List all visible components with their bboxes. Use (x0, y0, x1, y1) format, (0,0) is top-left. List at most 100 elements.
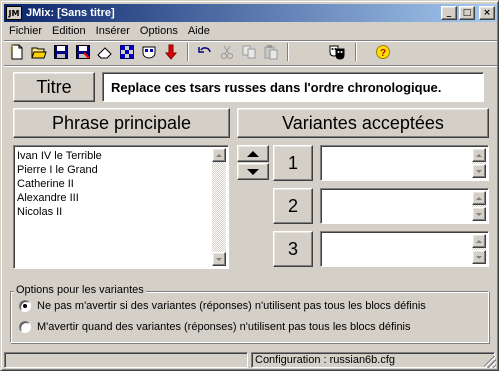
theater-masks-icon (329, 45, 345, 60)
move-down-button[interactable] (237, 163, 269, 180)
phrase-items: Ivan IV le Terrible Pierre I le Grand Ca… (17, 149, 102, 219)
scroll-up-arrow[interactable] (212, 148, 226, 162)
variant-1-field[interactable] (320, 145, 489, 181)
toolbar-separator (187, 43, 189, 61)
arrow-down-red-icon (164, 44, 178, 60)
checkers-icon (120, 45, 134, 59)
list-item[interactable]: Nicolas II (17, 205, 102, 219)
chevron-down-icon (216, 257, 222, 261)
list-item[interactable]: Pierre I le Grand (17, 163, 102, 177)
variant-1-input[interactable] (323, 148, 472, 178)
chevron-up-icon (216, 153, 222, 157)
variant-3-scrollbar[interactable] (472, 234, 486, 264)
variant-options-legend: Options pour les variantes (14, 284, 146, 296)
main-phrase-list[interactable]: Ivan IV le Terrible Pierre I le Grand Ca… (13, 145, 229, 269)
variant-2-field[interactable] (320, 188, 489, 224)
maximize-button[interactable]: □ (459, 6, 475, 20)
mask-button[interactable] (139, 42, 159, 62)
radio-selected-dot (23, 304, 27, 308)
menu-options[interactable]: Options (135, 23, 183, 40)
save-icon (54, 45, 68, 59)
export-button[interactable] (161, 42, 181, 62)
scroll-down-arrow[interactable] (472, 250, 486, 264)
main-phrase-header: Phrase principale (13, 108, 230, 138)
chevron-up-icon (476, 153, 482, 157)
variant-1-scrollbar[interactable] (472, 148, 486, 178)
radio-warning[interactable] (19, 321, 31, 333)
variants-header: Variantes acceptées (237, 108, 489, 138)
scroll-up-arrow[interactable] (472, 191, 486, 205)
triangle-up-icon (247, 150, 259, 157)
close-button[interactable]: × (479, 6, 495, 20)
toolbar-separator-line (4, 65, 497, 67)
scroll-up-arrow[interactable] (472, 148, 486, 162)
option-no-warning[interactable]: Ne pas m'avertir si des variantes (répon… (19, 300, 426, 312)
paste-icon (264, 45, 278, 60)
open-icon (31, 47, 47, 59)
option-warning-label: M'avertir quand des variantes (réponses)… (37, 321, 411, 333)
jmix-app-icon: JM (6, 6, 22, 20)
open-button[interactable] (29, 42, 49, 62)
eraser-button[interactable] (95, 42, 115, 62)
title-input[interactable]: Replace ces tsars russes dans l'ordre ch… (102, 72, 484, 102)
svg-text:?: ? (380, 48, 386, 59)
list-item[interactable]: Alexandre III (17, 191, 102, 205)
option-warning[interactable]: M'avertir quand des variantes (réponses)… (19, 321, 411, 333)
variant-3-button[interactable]: 3 (273, 231, 313, 267)
scroll-down-arrow[interactable] (472, 164, 486, 178)
window-title: JMix: [Sans titre] (26, 7, 115, 19)
variant-1-button[interactable]: 1 (273, 145, 313, 181)
resize-grip[interactable] (484, 356, 496, 368)
minimize-button[interactable]: _ (441, 6, 457, 20)
help-icon: ? (376, 45, 390, 59)
triangle-down-icon (247, 168, 259, 175)
shuffle-button[interactable] (117, 42, 137, 62)
copy-icon (242, 45, 256, 59)
mask-icon (142, 46, 156, 59)
variant-3-field[interactable] (320, 231, 489, 267)
menu-edition[interactable]: Edition (47, 23, 91, 40)
chevron-up-icon (476, 196, 482, 200)
preview-button[interactable] (327, 42, 347, 62)
paste-button[interactable] (261, 42, 281, 62)
help-button[interactable]: ? (373, 42, 393, 62)
menu-bar: Fichier Edition Insérer Options Aide (4, 23, 215, 40)
toolbar: ? (5, 42, 495, 64)
save-as-button[interactable] (73, 42, 93, 62)
scroll-down-arrow[interactable] (472, 207, 486, 221)
list-item[interactable]: Ivan IV le Terrible (17, 149, 102, 163)
status-pane-main (4, 352, 248, 368)
title-label: Titre (13, 72, 95, 102)
toolbar-separator (287, 43, 289, 61)
chevron-up-icon (476, 239, 482, 243)
move-up-button[interactable] (237, 145, 269, 162)
status-config: Configuration : russian6b.cfg (251, 352, 495, 368)
cut-button[interactable] (217, 42, 237, 62)
title-bar[interactable]: JM JMix: [Sans titre] _ □ × (4, 4, 497, 22)
list-item[interactable]: Catherine II (17, 177, 102, 191)
radio-no-warning[interactable] (19, 300, 31, 312)
menu-aide[interactable]: Aide (183, 23, 215, 40)
list-scrollbar[interactable] (212, 148, 226, 266)
menu-fichier[interactable]: Fichier (4, 23, 47, 40)
variant-2-scrollbar[interactable] (472, 191, 486, 221)
undo-button[interactable] (195, 42, 215, 62)
scroll-down-arrow[interactable] (212, 252, 226, 266)
copy-button[interactable] (239, 42, 259, 62)
chevron-down-icon (476, 212, 482, 216)
save-button[interactable] (51, 42, 71, 62)
variant-3-input[interactable] (323, 234, 472, 264)
new-button[interactable] (7, 42, 27, 62)
scroll-up-arrow[interactable] (472, 234, 486, 248)
option-no-warning-label: Ne pas m'avertir si des variantes (répon… (37, 300, 426, 312)
variant-options-group (10, 291, 489, 343)
cut-icon (221, 45, 233, 59)
variant-2-input[interactable] (323, 191, 472, 221)
eraser-icon (97, 47, 112, 59)
app-window: JM JMix: [Sans titre] _ □ × Fichier Edit… (0, 0, 499, 371)
toolbar-separator (355, 43, 357, 61)
chevron-down-icon (476, 255, 482, 259)
menu-inserer[interactable]: Insérer (91, 23, 135, 40)
new-icon (10, 44, 23, 60)
variant-2-button[interactable]: 2 (273, 188, 313, 224)
